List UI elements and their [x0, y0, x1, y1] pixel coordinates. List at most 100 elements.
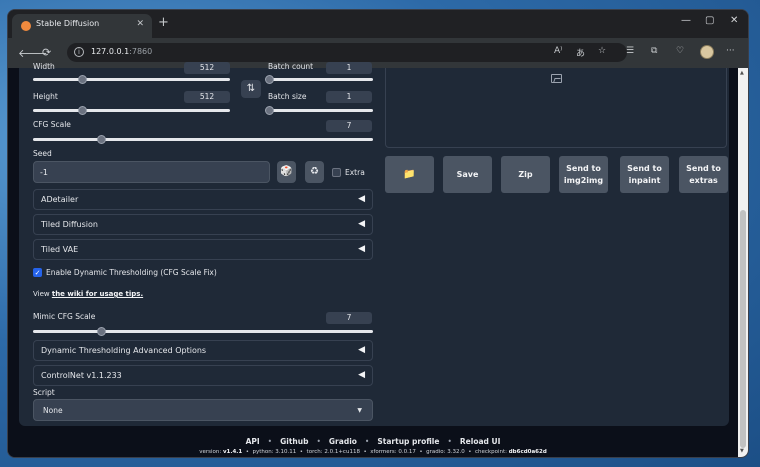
extra-seed-checkbox[interactable]: [332, 168, 341, 177]
favorites-list-icon[interactable]: ☰: [626, 46, 634, 56]
batch-count-input[interactable]: 1: [326, 62, 372, 74]
accordion-tiled-diffusion[interactable]: Tiled Diffusion ◀: [33, 214, 373, 235]
collapse-arrow-icon: ◀: [358, 194, 365, 204]
mimic-cfg-input[interactable]: 7: [326, 312, 372, 324]
profile-avatar[interactable]: [700, 45, 714, 59]
new-tab-button[interactable]: +: [158, 15, 169, 30]
accordion-controlnet[interactable]: ControlNet v1.1.233 ◀: [33, 365, 373, 386]
height-input[interactable]: 512: [184, 91, 230, 103]
width-slider-thumb[interactable]: [78, 75, 88, 84]
width-label: Width: [33, 62, 55, 71]
batch-count-slider[interactable]: [269, 78, 373, 81]
maximize-button[interactable]: ▢: [705, 15, 714, 26]
footer-link-github[interactable]: Github: [280, 437, 308, 446]
footer-link-gradio[interactable]: Gradio: [329, 437, 357, 446]
dynamic-thresholding-checkbox[interactable]: ✓: [33, 268, 42, 277]
accordion-label: ControlNet v1.1.233: [41, 371, 122, 380]
more-menu-icon[interactable]: ···: [726, 46, 735, 56]
output-gallery[interactable]: [385, 68, 727, 148]
batch-count-slider-thumb[interactable]: [265, 75, 274, 84]
accordion-adetailer[interactable]: ADetailer ◀: [33, 189, 373, 210]
reuse-seed-recycle-icon[interactable]: ♻: [305, 161, 324, 183]
footer-link-reload-ui[interactable]: Reload UI: [460, 437, 501, 446]
save-button[interactable]: Save: [443, 156, 492, 193]
translate-icon[interactable]: あ: [576, 46, 585, 59]
output-actions: 📁 Save Zip Send to img2img Send to inpai…: [385, 156, 728, 196]
browser-essentials-icon[interactable]: ♡: [676, 46, 684, 56]
zip-button[interactable]: Zip: [501, 156, 550, 193]
mimic-cfg-label: Mimic CFG Scale: [33, 312, 96, 321]
open-folder-button[interactable]: 📁: [385, 156, 434, 193]
height-label: Height: [33, 92, 58, 101]
cfg-scale-slider[interactable]: [33, 138, 373, 141]
accordion-label: Dynamic Thresholding Advanced Options: [41, 346, 207, 355]
script-selected-value: None: [43, 406, 63, 415]
scroll-up-arrow-icon[interactable]: ▲: [740, 70, 744, 76]
reload-icon[interactable]: ⟳: [42, 46, 51, 59]
width-input[interactable]: 512: [184, 62, 230, 74]
scroll-down-arrow-icon[interactable]: ▼: [740, 448, 744, 454]
random-seed-dice-icon[interactable]: 🎲: [277, 161, 296, 183]
mimic-cfg-slider-thumb[interactable]: [97, 327, 106, 336]
dynamic-thresholding-label: Enable Dynamic Thresholding (CFG Scale F…: [46, 268, 217, 277]
batch-count-label: Batch count: [268, 62, 314, 71]
accordion-label: Tiled VAE: [41, 245, 79, 254]
batch-size-label: Batch size: [268, 92, 307, 101]
browser-toolbar: 🡐 ⟳ i 127.0.0.1:7860 A⁾ あ ☆ ☰ ⧉ ♡ ···: [8, 38, 748, 68]
close-window-button[interactable]: ✕: [730, 15, 738, 26]
footer-link-startup-profile[interactable]: Startup profile: [377, 437, 439, 446]
collapse-arrow-icon: ◀: [358, 345, 365, 355]
accordion-label: Tiled Diffusion: [41, 220, 98, 229]
mimic-cfg-slider[interactable]: [33, 330, 373, 333]
batch-size-input[interactable]: 1: [326, 91, 372, 103]
version-info: version: v1.4.1 • python: 3.10.11 • torc…: [199, 449, 547, 455]
address-bar[interactable]: i 127.0.0.1:7860: [67, 43, 627, 62]
scrollbar-thumb[interactable]: [740, 210, 746, 448]
send-to-extras-button[interactable]: Send to extras: [679, 156, 728, 193]
collections-icon[interactable]: ⧉: [651, 46, 657, 56]
minimize-button[interactable]: —: [681, 15, 691, 26]
batch-size-slider-thumb[interactable]: [265, 106, 274, 115]
cfg-scale-slider-thumb[interactable]: [97, 135, 106, 144]
tab-title: Stable Diffusion: [36, 19, 100, 28]
script-label: Script: [33, 388, 55, 397]
usage-tips: View the wiki for usage tips.: [33, 290, 144, 298]
width-slider[interactable]: [33, 78, 230, 81]
script-dropdown[interactable]: None ▼: [33, 399, 373, 421]
height-slider[interactable]: [33, 109, 230, 112]
swap-dimensions-button[interactable]: ⇅: [241, 80, 261, 98]
browser-window: Stable Diffusion ✕ + — ▢ ✕ 🡐 ⟳ i 127.0.0…: [8, 10, 748, 457]
send-to-img2img-button[interactable]: Send to img2img: [559, 156, 608, 193]
batch-size-slider[interactable]: [269, 109, 373, 112]
send-to-inpaint-button[interactable]: Send to inpaint: [620, 156, 669, 193]
collapse-arrow-icon: ◀: [358, 244, 365, 254]
page-scrollbar[interactable]: ▲ ▼: [738, 68, 748, 457]
image-placeholder-icon: [551, 74, 562, 83]
accordion-tiled-vae[interactable]: Tiled VAE ◀: [33, 239, 373, 260]
seed-input[interactable]: -1: [33, 161, 270, 183]
read-aloud-icon[interactable]: A⁾: [554, 46, 562, 56]
favorite-star-icon[interactable]: ☆: [598, 46, 606, 56]
wiki-link[interactable]: the wiki for usage tips.: [52, 290, 143, 298]
accordion-label: ADetailer: [41, 195, 79, 204]
extra-seed-label: Extra: [345, 168, 365, 177]
url-text: 127.0.0.1:7860: [91, 47, 153, 56]
webui-page: Width 512 ⇅ Batch count 1 Height 512 Bat…: [8, 62, 738, 457]
dropdown-caret-icon: ▼: [357, 407, 362, 414]
info-icon[interactable]: i: [74, 47, 84, 57]
footer-link-api[interactable]: API: [246, 437, 260, 446]
collapse-arrow-icon: ◀: [358, 219, 365, 229]
footer-links: API • Github • Gradio • Startup profile • Reload…: [245, 437, 501, 446]
browser-tab[interactable]: Stable Diffusion ✕: [12, 14, 152, 38]
collapse-arrow-icon: ◀: [358, 370, 365, 380]
folder-icon: 📁: [403, 168, 416, 180]
txt2img-panel: Width 512 ⇅ Batch count 1 Height 512 Bat…: [19, 62, 729, 426]
tab-close-icon[interactable]: ✕: [136, 19, 144, 29]
cfg-scale-label: CFG Scale: [33, 120, 71, 129]
accordion-dynamic-thresholding-advanced[interactable]: Dynamic Thresholding Advanced Options ◀: [33, 340, 373, 361]
cfg-scale-input[interactable]: 7: [326, 120, 372, 132]
seed-label: Seed: [33, 149, 52, 158]
height-slider-thumb[interactable]: [78, 106, 88, 115]
title-bar: Stable Diffusion ✕ + — ▢ ✕: [8, 10, 748, 38]
favicon-icon: [21, 21, 31, 31]
